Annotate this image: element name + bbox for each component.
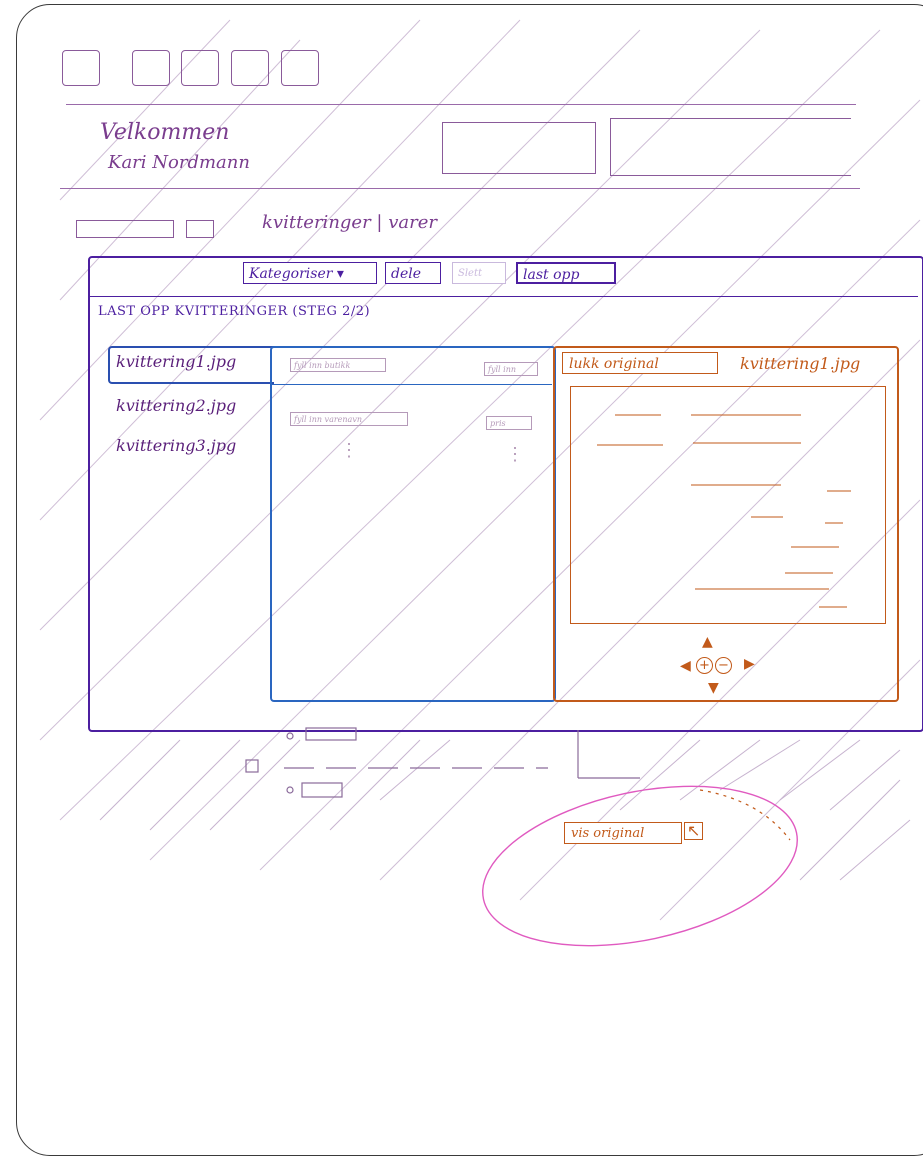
form-divider [270,384,552,385]
welcome-title: Velkommen [100,120,230,145]
receipt-form-panel [270,346,556,702]
tab-square-small[interactable] [186,220,214,238]
nav-square-3[interactable] [181,50,219,86]
toolbar-divider [90,296,918,297]
preview-filename: kvittering1.jpg [740,354,861,373]
close-original-button[interactable]: lukk original [562,352,718,374]
nav-square-4[interactable] [231,50,269,86]
header-box-1[interactable] [442,122,596,174]
user-name: Kari Nordmann [108,152,250,173]
file-item-1[interactable]: kvittering1.jpg [116,352,236,371]
zoom-out-icon[interactable]: − [715,657,732,674]
show-original-button[interactable]: vis original [564,822,682,844]
price-input[interactable]: pris [486,416,532,430]
cursor-icon: ↖ [684,822,704,840]
tab-square-wide[interactable] [76,220,174,238]
receipt-image [570,386,886,624]
zoom-in-icon[interactable]: + [696,657,713,674]
more-rows-indicator-left: ⋮ [340,440,358,461]
tab-labels[interactable]: kvitteringer | varer [262,212,437,233]
header-rule-bottom [60,188,860,189]
store-input[interactable]: fyll inn butikk [290,358,386,372]
share-button[interactable]: dele [385,262,441,284]
categorize-dropdown[interactable]: Kategoriser ▾ [243,262,377,284]
fill-in-button[interactable]: fyll inn [484,362,538,376]
nav-square-1[interactable] [62,50,100,86]
pan-up-icon[interactable]: ▲ [702,634,713,650]
more-rows-indicator-right: ⋮ [506,444,524,465]
pan-right-icon[interactable]: ▶ [744,656,755,672]
pan-left-icon[interactable]: ◀ [680,658,691,674]
nav-square-5[interactable] [281,50,319,86]
step-title: LAST OPP KVITTERINGER (STEG 2/2) [98,304,371,319]
header-box-2[interactable] [610,118,851,176]
file-item-2[interactable]: kvittering2.jpg [116,396,236,415]
delete-button[interactable]: Slett [452,262,506,284]
product-input[interactable]: fyll inn varenavn [290,412,408,426]
pan-down-icon[interactable]: ▼ [708,680,719,696]
nav-square-2[interactable] [132,50,170,86]
header-rule-top [66,104,856,105]
receipt-lines [597,414,851,608]
file-item-3[interactable]: kvittering3.jpg [116,436,236,455]
upload-button[interactable]: last opp [516,262,616,284]
